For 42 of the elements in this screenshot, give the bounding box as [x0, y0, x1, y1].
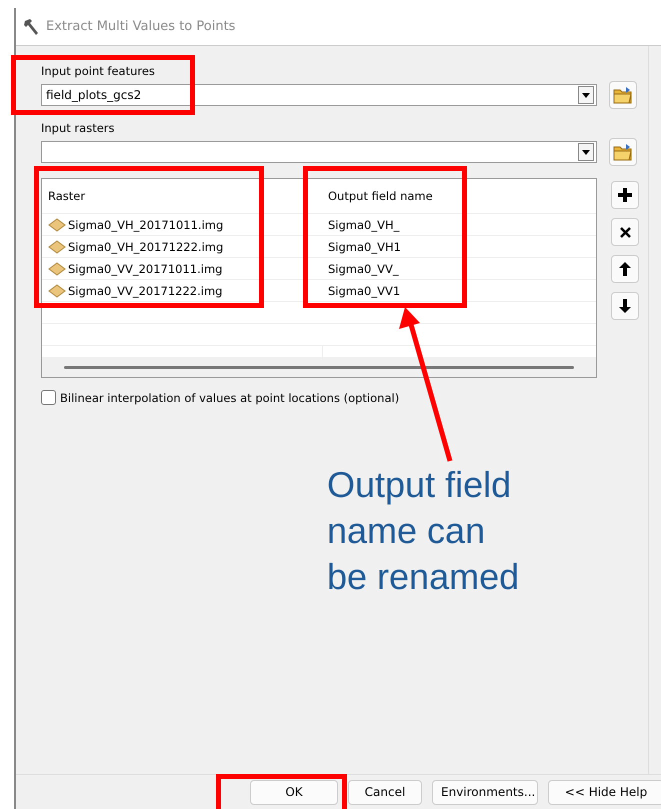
input-field[interactable]: [41, 141, 597, 163]
scrollbar-thumb[interactable]: [64, 366, 574, 368]
dropdown-icon: [582, 150, 590, 154]
field-label: Input rasters: [41, 121, 116, 135]
table-cell[interactable]: Sigma0_VV1: [322, 284, 596, 298]
hide-help-button[interactable]: << Hide Help: [548, 780, 661, 804]
down-arrow-icon: [619, 299, 631, 313]
table-cell: Sigma0_VV_20171011.img: [42, 262, 322, 276]
raster-icon: [48, 284, 66, 298]
hammer-icon: [22, 18, 40, 36]
folder-icon: [613, 143, 633, 161]
cancel-button[interactable]: Cancel: [348, 780, 422, 804]
add-button[interactable]: [611, 181, 639, 209]
raster-icon: [48, 218, 66, 232]
table-cell[interactable]: Sigma0_VH1: [322, 240, 596, 254]
folder-icon: [613, 86, 633, 104]
ok-button[interactable]: OK: [250, 780, 338, 804]
raster-icon: [48, 240, 66, 254]
raster-icon: [48, 262, 66, 276]
move-down-button[interactable]: [611, 292, 639, 320]
input-field[interactable]: field_plots_gcs2: [41, 84, 597, 106]
browse-button[interactable]: [609, 138, 637, 166]
field-label: Input point features: [41, 64, 156, 78]
browse-button[interactable]: [609, 81, 637, 109]
up-arrow-icon: [619, 262, 631, 276]
table-cell: Sigma0_VV_20171222.img: [42, 284, 322, 298]
checkbox[interactable]: [41, 390, 56, 405]
table-cell[interactable]: Sigma0_VV_: [322, 262, 596, 276]
close-icon: [620, 226, 630, 238]
table-cell: Sigma0_VH_20171222.img: [42, 240, 322, 254]
column-header: Raster: [47, 189, 86, 203]
environments-button[interactable]: Environments...: [432, 780, 538, 804]
checkbox-label: Bilinear interpolation of values at point locations (optional): [60, 390, 400, 404]
delete-button[interactable]: [611, 218, 639, 246]
dropdown-icon: [582, 92, 590, 98]
move-up-button[interactable]: [611, 255, 639, 283]
column-header: Output field name: [327, 189, 434, 203]
table-cell[interactable]: Sigma0_VH_: [322, 218, 596, 232]
annotation-text: Output field name can be renamed: [327, 463, 520, 599]
plus-icon: [618, 188, 632, 202]
window-title: Extract Multi Values to Points: [46, 19, 236, 34]
table-cell: Sigma0_VH_20171011.img: [42, 218, 322, 232]
